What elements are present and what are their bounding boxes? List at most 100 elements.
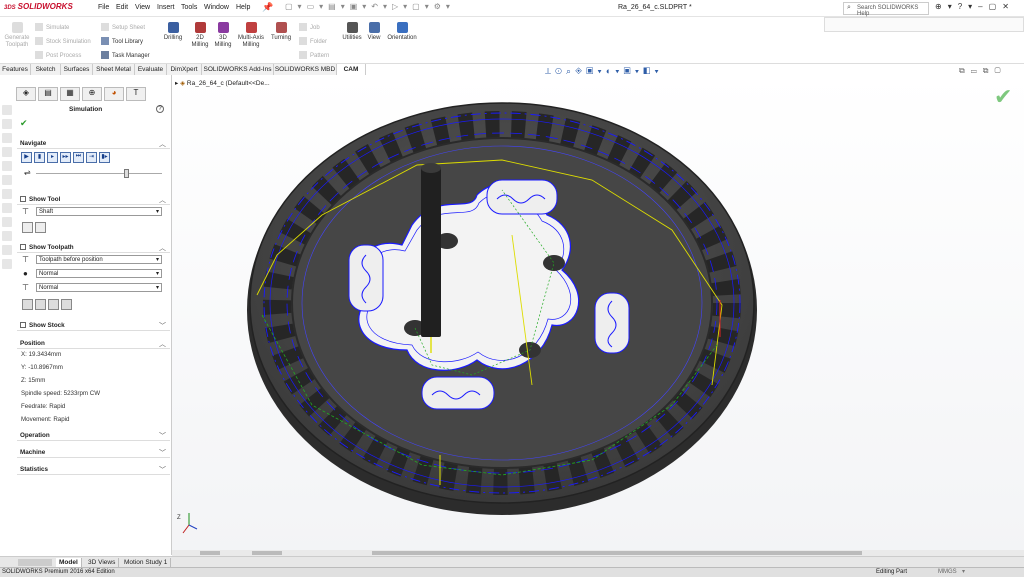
generate-toolpath-icon [11,22,23,33]
chevron-down-icon: ﹀ [159,450,166,457]
setup-sheet-button[interactable]: Setup Sheet [101,23,145,31]
multi-axis-milling-button[interactable]: Multi-Axis Milling [236,22,266,48]
display-mode-1-select[interactable]: Normal [36,269,162,278]
generate-toolpath-button[interactable]: Generate Toolpath [3,22,31,48]
next-move-button[interactable]: ▸ [47,152,58,163]
tab-nav-arrows[interactable] [18,559,52,566]
orientation-button[interactable]: Orientation [384,22,420,42]
menu-view[interactable]: View [135,4,150,11]
show-stock-checkbox[interactable] [20,322,26,328]
show-tool-checkbox[interactable] [20,196,26,202]
tab-surfaces[interactable]: Surfaces [61,64,93,75]
turning-button[interactable]: Turning [268,22,294,42]
tab-sheet-metal[interactable]: Sheet Metal [93,64,135,75]
next-stock-button[interactable]: ⇥ [86,152,97,163]
tool-icon[interactable] [2,175,12,185]
simulate-button[interactable]: Simulate [35,23,69,31]
tab-mbd[interactable]: SOLIDWORKS MBD [274,64,337,75]
tab-addins[interactable]: SOLIDWORKS Add-Ins [202,64,274,75]
tool-icon[interactable] [2,245,12,255]
to-end-button[interactable]: ▮▸ [99,152,110,163]
tab-features[interactable]: Features [0,64,31,75]
tool-icon[interactable] [2,147,12,157]
menu-help[interactable]: Help [236,4,250,11]
show-toolpath-section-header[interactable]: Show Toolpath ︿ [17,241,170,253]
tool-library-button[interactable]: Tool Library [101,37,143,45]
tool-icon[interactable] [2,259,12,269]
configuration-tab-icon[interactable]: ▦ [60,87,80,101]
help-icon[interactable]: ? [156,105,164,113]
tool-icon[interactable] [2,105,12,115]
tool-icon[interactable] [2,133,12,143]
toolpath-mode-select[interactable]: Toolpath before position [36,255,162,264]
scroll-thumb[interactable] [200,551,220,555]
3d-milling-button[interactable]: 3D Milling [211,22,235,48]
tool-mode-select[interactable]: Shaft [36,207,162,216]
tab-cam[interactable]: CAM [337,64,366,75]
statistics-section-header[interactable]: Statistics ﹀ [17,463,170,475]
task-manager-button[interactable]: Task Manager [101,51,150,59]
menu-file[interactable]: File [98,4,109,11]
position-section-header[interactable]: Position ︿ [17,337,170,349]
units-text[interactable]: MMGS [938,569,957,575]
view-button[interactable]: View [364,22,384,42]
menu-insert[interactable]: Insert [157,4,175,11]
tab-dimxpert[interactable]: DimXpert [167,64,202,75]
next-tool-button[interactable]: ⏭ [73,152,84,163]
play-button[interactable]: ▶ [21,152,32,163]
units-dropdown-icon[interactable]: ▾ [962,568,965,575]
ok-check-icon[interactable]: ✔ [20,118,28,129]
scroll-thumb[interactable] [372,551,862,555]
menu-tools[interactable]: Tools [181,4,197,11]
display-mode-2-select[interactable]: Normal [36,283,162,292]
toolpath-option-icon[interactable] [22,299,33,310]
navigate-section-header[interactable]: Navigate ︿ [17,137,170,149]
step-button[interactable]: ▮ [34,152,45,163]
tool-icon[interactable] [2,231,12,241]
utilities-button[interactable]: Utilities [340,22,364,42]
slot-right [594,292,630,354]
tool-icon[interactable] [2,203,12,213]
solidworks-logo[interactable]: 3DS SOLIDWORKS [4,2,73,11]
show-stock-section-header[interactable]: Show Stock ﹀ [17,319,170,331]
show-tool-section-header[interactable]: Show Tool ︿ [17,193,170,205]
speed-slider-track[interactable] [36,173,162,174]
tab-evaluate[interactable]: Evaluate [135,64,167,75]
next-op-button[interactable]: ▸▸ [60,152,71,163]
tab-sketch[interactable]: Sketch [31,64,61,75]
tool-icon[interactable] [2,119,12,129]
pattern-button[interactable]: Pattern [299,51,329,59]
machine-section-header[interactable]: Machine ﹀ [17,446,170,458]
menu-window[interactable]: Window [204,4,229,11]
graphics-viewport[interactable]: ▸ ◈ Ra_26_64_c (Default<<De... ⟂⊙⌕◈▣▾◐▾▣… [172,66,1024,554]
window-controls[interactable]: ⊕▾?▾–▢✕ [935,2,1015,11]
toolpath-option-icon[interactable] [61,299,72,310]
stock-simulation-button[interactable]: Stock Simulation [35,37,91,45]
cam-tree-tab-icon[interactable]: T [126,87,146,101]
tool-display-icon[interactable] [22,222,33,233]
holder-display-icon[interactable] [35,222,46,233]
toolpath-option-icon[interactable] [48,299,59,310]
2d-milling-button[interactable]: 2D Milling [188,22,212,48]
job-button[interactable]: Job [299,23,320,31]
property-manager-tab-icon[interactable]: ▤ [38,87,58,101]
speed-slider-thumb[interactable] [124,169,129,178]
turning-icon [275,22,287,33]
help-search-input[interactable]: ⌕ Search SOLIDWORKS Help [843,2,929,17]
drilling-button[interactable]: Drilling [161,22,185,42]
pin-icon[interactable]: 📌 [262,2,273,13]
operation-section-header[interactable]: Operation ﹀ [17,429,170,441]
dimxpert-tab-icon[interactable]: ⊕ [82,87,102,101]
display-manager-tab-icon[interactable]: ◕ [104,87,124,101]
scroll-thumb[interactable] [252,551,282,555]
show-toolpath-checkbox[interactable] [20,244,26,250]
tool-icon[interactable] [2,217,12,227]
tool-icon[interactable] [2,189,12,199]
folder-button[interactable]: Folder [299,37,327,45]
menu-edit[interactable]: Edit [116,4,128,11]
post-process-button[interactable]: Post Process [35,51,81,59]
toolpath-option-icon[interactable] [35,299,46,310]
quick-access-icons[interactable]: ▢▾▭▾▤▾▣▾↶▾▷▾▢▾⚙▾ [285,2,455,11]
tool-icon[interactable] [2,161,12,171]
feature-tree-tab-icon[interactable]: ◈ [16,87,36,101]
